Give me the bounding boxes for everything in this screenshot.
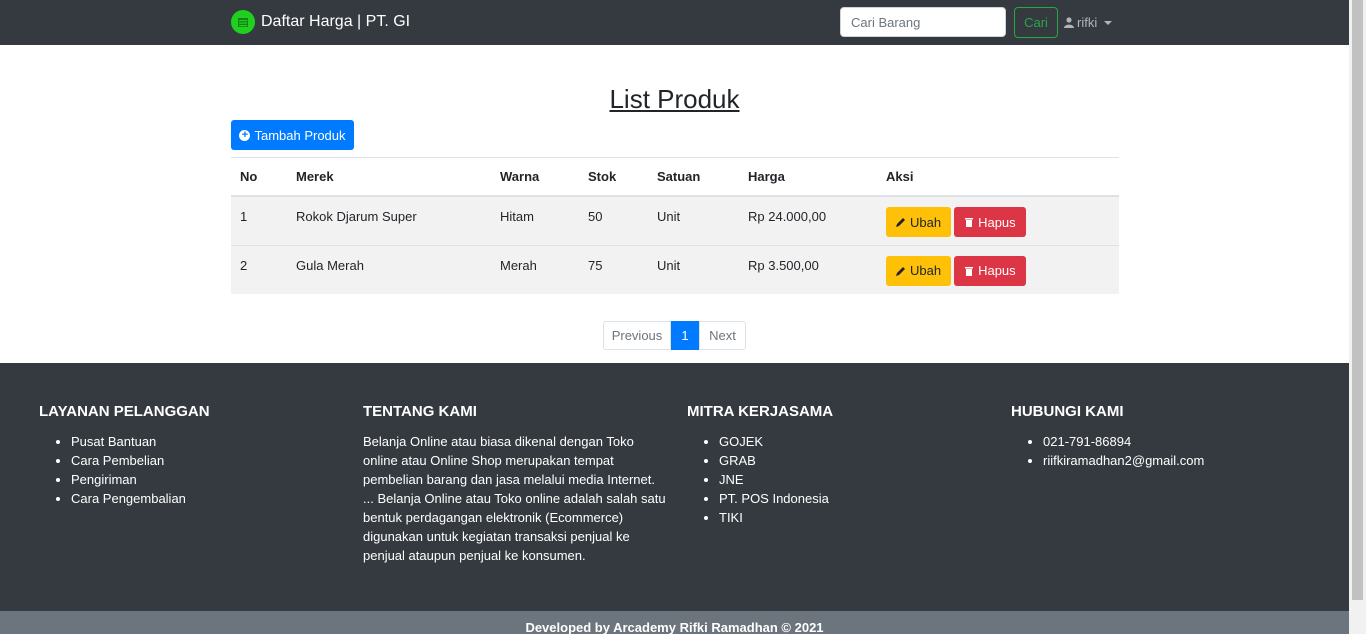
header-harga: Harga — [739, 157, 877, 197]
footer-link[interactable]: Cara Pembelian — [71, 451, 210, 470]
edit-button[interactable]: Ubah — [886, 255, 952, 286]
footer-layanan-title: LAYANAN PELANGGAN — [39, 403, 210, 420]
table-header-row: No Merek Warna Stok Satuan Harga Aksi — [231, 157, 1119, 197]
plus-circle-icon: + — [239, 129, 251, 141]
cell-no: 2 — [231, 244, 287, 294]
delete-label: Hapus — [978, 263, 1016, 278]
footer-list-item: TIKI — [719, 508, 833, 527]
footer-link[interactable]: Pengiriman — [71, 470, 210, 489]
footer-link[interactable]: Cara Pengembalian — [71, 489, 210, 508]
cell-harga: Rp 3.500,00 — [739, 244, 877, 294]
delete-button[interactable]: Hapus — [954, 255, 1026, 286]
delete-button[interactable]: Hapus — [954, 207, 1026, 237]
trash-icon — [965, 266, 974, 276]
footer-credit: Developed by Arcademy Rifki Ramadhan © 2… — [0, 611, 1349, 634]
cell-aksi: Ubah Hapus — [877, 195, 1119, 245]
cell-satuan: Unit — [648, 195, 739, 245]
header-no: No — [231, 157, 287, 197]
page-title: List Produk — [609, 84, 740, 114]
cell-satuan: Unit — [648, 244, 739, 294]
footer-tentang-text: Belanja Online atau biasa dikenal dengan… — [363, 434, 666, 563]
cell-no: 1 — [231, 195, 287, 245]
pencil-icon — [896, 266, 905, 276]
footer-mitra-title: MITRA KERJASAMA — [687, 403, 834, 420]
brand-label: Daftar Harga | PT. GI — [261, 13, 411, 30]
footer-email[interactable]: riifkiramadhan2@gmail.com — [1043, 451, 1204, 470]
footer-tentang-title: TENTANG KAMI — [363, 403, 477, 420]
search-button[interactable]: Cari — [1014, 7, 1058, 38]
footer-mitra: MITRA KERJASAMA GOJEK GRAB JNE PT. POS I… — [687, 403, 833, 527]
pencil-icon — [896, 218, 905, 227]
edit-button[interactable]: Ubah — [886, 207, 952, 237]
user-name: rifki — [1077, 15, 1098, 30]
navbar: Daftar Harga | PT. GI Cari rifki — [0, 0, 1349, 45]
footer-list-item: GOJEK — [719, 432, 833, 451]
scrollbar-thumb[interactable] — [1352, 0, 1363, 600]
footer-tentang: TENTANG KAMI Belanja Online atau biasa d… — [363, 403, 668, 565]
delete-label: Hapus — [978, 214, 1016, 230]
footer-phone: 021-791-86894 — [1043, 432, 1204, 451]
header-merek: Merek — [287, 157, 491, 197]
cell-aksi: Ubah Hapus — [877, 244, 1119, 294]
chevron-down-icon — [1104, 20, 1113, 25]
header-warna: Warna — [491, 157, 579, 197]
user-icon — [1064, 17, 1074, 28]
add-product-label: Tambah Produk — [254, 127, 346, 143]
footer: LAYANAN PELANGGAN Pusat Bantuan Cara Pem… — [0, 363, 1349, 611]
user-dropdown[interactable]: rifki — [1064, 15, 1113, 30]
pagination-page-1[interactable]: 1 — [671, 321, 699, 350]
footer-layanan: LAYANAN PELANGGAN Pusat Bantuan Cara Pem… — [39, 403, 210, 508]
search-input[interactable] — [840, 7, 1006, 37]
edit-label: Ubah — [910, 214, 942, 230]
header-stok: Stok — [579, 157, 648, 197]
product-table: No Merek Warna Stok Satuan Harga Aksi 1 … — [231, 157, 1119, 294]
add-product-button[interactable]: + Tambah Produk — [231, 120, 354, 150]
table-row: 1 Rokok Djarum Super Hitam 50 Unit Rp 24… — [231, 195, 1119, 245]
edit-label: Ubah — [910, 263, 942, 278]
footer-hubungi: HUBUNGI KAMI 021-791-86894 riifkiramadha… — [1011, 403, 1204, 470]
header-aksi: Aksi — [877, 157, 1119, 197]
cell-merek: Gula Merah — [287, 244, 491, 294]
page: Daftar Harga | PT. GI Cari rifki List Pr… — [0, 0, 1349, 634]
store-icon — [231, 10, 255, 34]
footer-hubungi-title: HUBUNGI KAMI — [1011, 403, 1124, 420]
pagination-previous[interactable]: Previous — [603, 321, 671, 350]
trash-icon — [965, 218, 974, 227]
footer-link[interactable]: Pusat Bantuan — [71, 432, 210, 451]
pagination: Previous 1 Next — [603, 321, 746, 350]
header-satuan: Satuan — [648, 157, 739, 197]
cell-harga: Rp 24.000,00 — [739, 195, 877, 245]
pagination-next[interactable]: Next — [699, 321, 746, 350]
table-row: 2 Gula Merah Merah 75 Unit Rp 3.500,00 U… — [231, 244, 1119, 294]
footer-list-item: JNE — [719, 470, 833, 489]
footer-list-item: GRAB — [719, 451, 833, 470]
cell-merek: Rokok Djarum Super — [287, 195, 491, 245]
cell-stok: 75 — [579, 244, 648, 294]
footer-list-item: PT. POS Indonesia — [719, 489, 833, 508]
cell-stok: 50 — [579, 195, 648, 245]
cell-warna: Hitam — [491, 195, 579, 245]
brand[interactable]: Daftar Harga | PT. GI — [231, 10, 410, 34]
cell-warna: Merah — [491, 244, 579, 294]
